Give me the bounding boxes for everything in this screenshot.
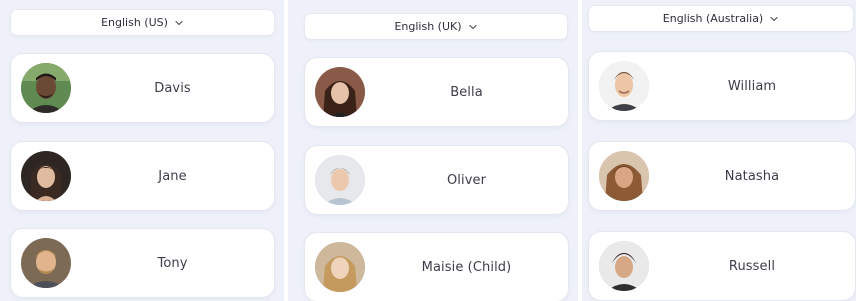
language-select-english-us[interactable]: English (US) (10, 9, 275, 36)
voice-name-maisie: Maisie (Child) (421, 259, 512, 275)
chevron-down-icon (174, 18, 184, 28)
language-select-label: English (US) (101, 16, 168, 29)
avatar-davis (21, 63, 71, 113)
voice-card-russell[interactable]: Russell (588, 231, 856, 301)
avatar-jane (21, 151, 71, 201)
voice-card-oliver[interactable]: Oliver (304, 145, 569, 215)
avatar-william (599, 61, 649, 111)
avatar-tony (21, 238, 71, 288)
avatar-bella (315, 67, 365, 117)
voice-name-davis: Davis (154, 80, 191, 96)
voice-name-russell: Russell (728, 258, 776, 274)
language-select-english-uk[interactable]: English (UK) (304, 13, 568, 40)
chevron-down-icon (468, 22, 478, 32)
language-select-label: English (UK) (394, 20, 462, 33)
voice-name-natasha: Natasha (724, 168, 780, 184)
avatar-natasha (599, 151, 649, 201)
voice-card-william[interactable]: William (588, 51, 856, 121)
voice-column-english-us: English (US) Davis Jane Tony (0, 0, 284, 301)
voice-card-tony[interactable]: Tony (10, 228, 275, 298)
voice-card-jane[interactable]: Jane (10, 141, 275, 211)
avatar-russell (599, 241, 649, 291)
chevron-down-icon (769, 14, 779, 24)
language-select-label: English (Australia) (662, 12, 764, 25)
language-select-english-australia[interactable]: English (Australia) (588, 5, 854, 32)
voice-name-bella: Bella (450, 84, 483, 100)
voice-column-english-australia: English (Australia) William Natasha Russ… (582, 0, 856, 301)
voice-name-william: William (727, 78, 777, 94)
voice-card-davis[interactable]: Davis (10, 53, 275, 123)
voice-column-english-uk: English (UK) Bella Oliver Maisie (Child) (288, 0, 578, 301)
voice-name-oliver: Oliver (446, 172, 487, 188)
voice-name-jane: Jane (158, 168, 187, 184)
voice-card-natasha[interactable]: Natasha (588, 141, 856, 211)
voice-card-bella[interactable]: Bella (304, 57, 569, 127)
voice-card-maisie[interactable]: Maisie (Child) (304, 232, 569, 301)
avatar-maisie (315, 242, 365, 292)
voice-name-tony: Tony (157, 255, 188, 271)
avatar-oliver (315, 155, 365, 205)
